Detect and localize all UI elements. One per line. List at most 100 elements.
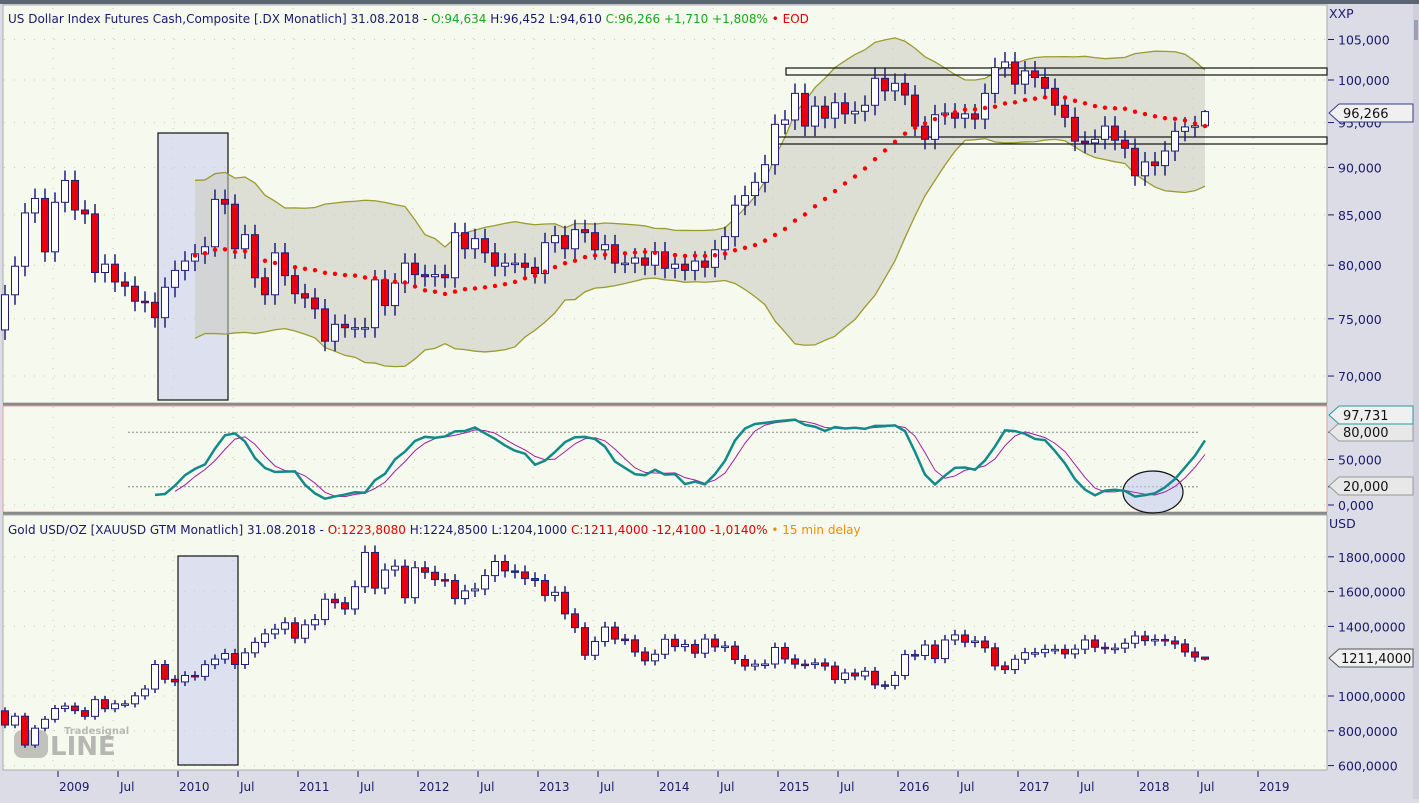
dxy-header: US Dollar Index Futures Cash,Composite […	[8, 12, 809, 26]
candle-body	[671, 263, 679, 269]
sma-dot	[722, 251, 728, 256]
candle-body	[981, 640, 989, 649]
scrollbar[interactable]	[1413, 4, 1419, 799]
candle-body	[691, 260, 699, 271]
sma-dot	[632, 250, 638, 255]
sma-dot	[522, 276, 528, 281]
sma-dot	[812, 204, 818, 209]
sma-dot	[592, 253, 598, 258]
candle-body	[1141, 635, 1149, 642]
candle-body	[1141, 161, 1149, 177]
gold-candle	[901, 649, 909, 680]
candle-body	[961, 113, 969, 119]
candle-body	[411, 567, 419, 599]
dxy-y-tick-label: 105,000	[1338, 33, 1390, 48]
candle-body	[851, 110, 859, 115]
highlight-box-gold-2010[interactable]	[177, 555, 239, 766]
candle-body	[721, 236, 729, 251]
sma-dot	[922, 121, 928, 126]
sma-dot	[802, 212, 808, 217]
candle-body	[321, 598, 329, 621]
gold-open: O:1223,8080	[328, 523, 406, 537]
dxy-open: O:94,634	[431, 12, 486, 26]
candle-body	[711, 638, 719, 648]
gold-candle	[151, 659, 159, 694]
dxy-status: • EOD	[772, 12, 809, 26]
candle-body	[811, 662, 819, 665]
x-tick-label: 2014	[659, 780, 690, 794]
sma-dot	[1132, 109, 1138, 114]
candle-body	[291, 622, 299, 639]
dxy-candle	[91, 204, 99, 283]
candle-body	[291, 275, 299, 295]
gold-candle	[411, 561, 419, 604]
candle-body	[661, 638, 669, 655]
dxy-instrument-name: US Dollar Index Futures Cash,Composite […	[8, 12, 427, 26]
candle-body	[591, 232, 599, 251]
sma-dot	[422, 288, 428, 293]
candle-body	[1081, 140, 1089, 144]
sma-dot	[692, 253, 698, 258]
candle-body	[131, 285, 139, 302]
candle-body	[1081, 639, 1089, 650]
candle-body	[161, 286, 169, 319]
candle-body	[611, 626, 619, 640]
candle-body	[921, 644, 929, 656]
candle-body	[841, 102, 849, 115]
candle-body	[391, 282, 399, 307]
candle-body	[461, 232, 469, 250]
sma-dot	[412, 284, 418, 289]
candle-body	[131, 695, 139, 705]
sma-dot	[872, 156, 878, 162]
candle-body	[811, 105, 819, 127]
candle-body	[351, 327, 359, 330]
candle-body	[901, 82, 909, 96]
gold-candle	[361, 545, 369, 593]
candle-body	[1121, 139, 1129, 149]
candle-body	[1191, 125, 1199, 128]
x-tick-label: 2015	[779, 780, 810, 794]
x-tick-label: Jul	[239, 780, 254, 794]
candle-body	[421, 274, 429, 278]
sma-dot	[642, 249, 648, 255]
candle-body	[41, 718, 49, 729]
candle-body	[201, 664, 209, 677]
sma-dot	[772, 232, 778, 238]
candle-body	[871, 670, 879, 686]
x-tick-label: 2010	[179, 780, 210, 794]
candle-body	[641, 651, 649, 662]
candle-body	[891, 82, 899, 92]
dxy-candle	[1201, 109, 1209, 127]
dxy-low: L:94,610	[549, 12, 602, 26]
sma-dot	[862, 166, 868, 171]
candle-body	[681, 263, 689, 271]
sma-dot	[192, 253, 198, 258]
candle-body	[71, 705, 79, 712]
x-tick-label: Jul	[119, 780, 134, 794]
sma-dot	[1152, 114, 1158, 119]
gold-candle	[91, 695, 99, 720]
gold-y-tick-label: 1600,0000	[1338, 585, 1406, 600]
candle-body	[831, 665, 839, 680]
gold-high: H:1224,8500	[410, 523, 488, 537]
gold-low: L:1204,1000	[492, 523, 568, 537]
candle-body	[821, 662, 829, 667]
stoch-last-value: 97,731	[1343, 409, 1389, 424]
candle-body	[211, 658, 219, 666]
sma-dot	[512, 279, 518, 285]
candle-body	[1001, 665, 1009, 671]
sma-dot	[1042, 95, 1048, 100]
candle-body	[371, 551, 379, 589]
candle-body	[521, 571, 529, 580]
candle-body	[491, 252, 499, 267]
sma-dot	[842, 181, 848, 186]
sma-dot	[492, 283, 498, 289]
x-tick-label: Jul	[1199, 780, 1214, 794]
sma-dot	[372, 275, 378, 281]
candle-body	[1031, 652, 1039, 655]
sma-dot	[1172, 116, 1178, 121]
candle-body	[971, 640, 979, 644]
candle-body	[61, 179, 69, 203]
candle-body	[571, 229, 579, 250]
dxy-y-tick-label: 100,000	[1338, 73, 1390, 88]
